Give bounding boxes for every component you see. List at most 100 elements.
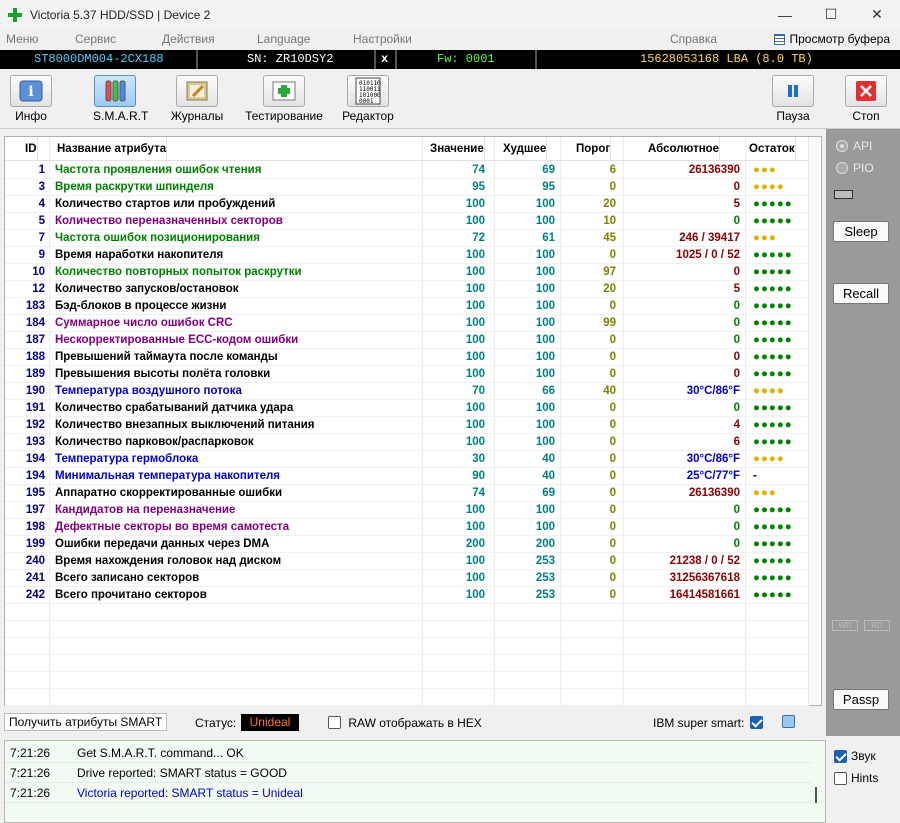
raw-hex-checkbox[interactable]: RAW отображать в HEX	[328, 715, 482, 730]
cell-health: ●●●●●	[753, 368, 793, 380]
smart-attributes-table[interactable]: ID Название атрибута Значение Худшее Пор…	[4, 136, 822, 723]
testing-button[interactable]: Тестирование	[243, 75, 325, 123]
table-scrollbar[interactable]	[808, 137, 821, 705]
table-row[interactable]: 192 Количество внезапных выключений питан…	[5, 417, 809, 434]
table-row[interactable]: 199 Ошибки передачи данных через DMA 200 20…	[5, 536, 809, 553]
cell-id: 198	[25, 521, 45, 533]
rd-indicator: RD	[864, 620, 890, 631]
smart-button[interactable]: S.M.A.R.T	[93, 75, 148, 123]
log-panel: 7:21:26 Get S.M.A.R.T. command... OK 7:2…	[4, 740, 826, 823]
hints-checkbox[interactable]: Hints	[834, 771, 878, 785]
menu-actions[interactable]: Действия	[162, 32, 215, 46]
get-smart-button[interactable]: Получить атрибуты SMART	[4, 713, 168, 731]
table-row[interactable]: 191 Количество срабатываний датчика удара…	[5, 400, 809, 417]
cell-name: Дефектные секторы во время самотеста	[55, 521, 290, 533]
col-id[interactable]: ID	[25, 137, 38, 161]
cell-id: 183	[25, 300, 45, 312]
buffer-view-button[interactable]: Просмотр буфера	[774, 32, 890, 46]
cell-id: 193	[25, 436, 45, 448]
table-row[interactable]: 240 Время нахождения головок над диском 10…	[5, 553, 809, 570]
cell-value: 95	[472, 181, 485, 193]
passp-button[interactable]: Passp	[833, 689, 889, 710]
editor-button[interactable]: 010110 110011 101000 0001 Редактор	[340, 75, 396, 123]
cell-health: ●●●●●	[753, 215, 793, 227]
cell-value: 90	[472, 470, 485, 482]
table-row[interactable]: 1 Частота проявления ошибок чтения 74 69 6 26…	[5, 162, 809, 179]
title-bar: Victoria 5.37 HDD/SSD | Device 2 — ☐ ✕	[0, 0, 900, 29]
ibm-color-swatch[interactable]	[782, 715, 795, 728]
window-title: Victoria 5.37 HDD/SSD | Device 2	[30, 7, 211, 22]
check-icon	[834, 771, 847, 785]
table-row[interactable]: 197 Кандидатов на переназначение 100 100 0 0 ●…	[5, 502, 809, 519]
table-row[interactable]: 241 Всего записано секторов 100 253 0 3125636…	[5, 570, 809, 587]
recall-button[interactable]: Recall	[833, 283, 889, 304]
table-row[interactable]: 242 Всего прочитано секторов 100 253 0 164145…	[5, 587, 809, 604]
table-row[interactable]: 195 Аппаратно скорректированные ошибки 74 6…	[5, 485, 809, 502]
cell-name: Превышения высоты полёта головки	[55, 368, 271, 380]
cell-raw: 4	[733, 419, 740, 431]
minimize-button[interactable]: —	[762, 0, 808, 29]
table-row[interactable]: 198 Дефектные секторы во время самотеста 1…	[5, 519, 809, 536]
cell-raw: 21238 / 0 / 52	[669, 555, 740, 567]
menu-settings[interactable]: Настройки	[353, 32, 412, 46]
device-serial: SN: ZR10DSY2	[247, 52, 334, 66]
log-scroll-thumb[interactable]	[815, 787, 817, 803]
pause-button[interactable]: Пауза	[771, 75, 815, 123]
table-row[interactable]: 193 Количество парковок/распарковок 100 100…	[5, 434, 809, 451]
table-row[interactable]: 4 Количество стартов или пробуждений 100 10…	[5, 196, 809, 213]
cell-worst: 100	[535, 419, 555, 431]
menu-language[interactable]: Language	[257, 32, 310, 46]
maximize-button[interactable]: ☐	[808, 0, 854, 29]
cell-threshold: 0	[609, 470, 616, 482]
close-button[interactable]: ✕	[854, 0, 900, 29]
status-label: Статус:	[195, 716, 237, 730]
col-health[interactable]: Остаток	[749, 137, 796, 161]
col-value[interactable]: Значение	[430, 137, 485, 161]
pio-radio[interactable]: PIO	[836, 161, 874, 175]
sound-checkbox[interactable]: Звук	[834, 749, 876, 763]
col-worst[interactable]: Худшее	[503, 137, 548, 161]
table-row[interactable]: 7 Частота ошибок позиционирования 72 61 45 24…	[5, 230, 809, 247]
cell-name: Количество повторных попыток раскрутки	[55, 266, 302, 278]
menu-main[interactable]: Меню	[6, 32, 38, 46]
log-row: 7:21:26 Drive reported: SMART status = G…	[5, 763, 811, 783]
table-row[interactable]: 190 Температура воздушного потока 70 66 40 30…	[5, 383, 809, 400]
col-threshold[interactable]: Порог	[576, 137, 612, 161]
table-row[interactable]: 3 Время раскрутки шпинделя 95 95 0 0 ●●●●	[5, 179, 809, 196]
cell-name: Время раскрутки шпинделя	[55, 181, 214, 193]
cell-worst: 100	[535, 402, 555, 414]
stop-button[interactable]: Стоп	[844, 75, 888, 123]
menu-service[interactable]: Сервис	[75, 32, 116, 46]
table-row[interactable]: 188 Превышений таймаута после команды 100 1…	[5, 349, 809, 366]
journal-icon	[176, 75, 218, 107]
device-info-bar: ST8000DM004-2CX188 SN: ZR10DSY2 x Fw: 00…	[0, 50, 900, 69]
cell-value: 70	[472, 385, 485, 397]
api-radio[interactable]: API	[836, 139, 872, 153]
table-row[interactable]: 12 Количество запусков/остановок 100 100 20 5…	[5, 281, 809, 298]
cell-health: ●●●●●	[753, 402, 793, 414]
info-button[interactable]: i Инфо	[9, 75, 53, 123]
cell-id: 184	[25, 317, 45, 329]
table-row[interactable]: 189 Превышения высоты полёта головки 100 10…	[5, 366, 809, 383]
table-row[interactable]: 9 Время наработки накопителя 100 100 0 1025 /…	[5, 247, 809, 264]
table-row[interactable]: 184 Суммарное число ошибок CRC 100 100 99 0 ●●…	[5, 315, 809, 332]
col-name[interactable]: Название атрибута	[57, 137, 168, 161]
cell-health: ●●●●●	[753, 334, 793, 346]
cell-name: Количество запусков/остановок	[55, 283, 239, 295]
ibm-smart-checkbox[interactable]	[750, 715, 763, 730]
device-lba: 15628053168 LBA (8.0 TB)	[640, 52, 813, 66]
table-row[interactable]: 194 Температура гермоблока 30 40 0 30°C/86°F ●…	[5, 451, 809, 468]
table-row[interactable]: 187 Нескорректированные ECC-кодом ошибки 1…	[5, 332, 809, 349]
device-close-x[interactable]: x	[381, 52, 388, 66]
table-row[interactable]: 194 Минимальная температура накопителя 90 4…	[5, 468, 809, 485]
cell-health: ●●●●●	[753, 521, 793, 533]
col-raw[interactable]: Абсолютное	[648, 137, 721, 161]
cell-id: 241	[25, 572, 45, 584]
table-row[interactable]: 10 Количество повторных попыток раскрутки…	[5, 264, 809, 281]
table-row[interactable]: 183 Бэд-блоков в процессе жизни 100 100 0 0 ●●…	[5, 298, 809, 315]
cell-health: ●●●●●	[753, 504, 793, 516]
table-row[interactable]: 5 Количество переназначенных секторов 100 1…	[5, 213, 809, 230]
menu-help[interactable]: Справка	[670, 32, 717, 46]
sleep-button[interactable]: Sleep	[833, 221, 889, 242]
logs-button[interactable]: Журналы	[169, 75, 225, 123]
